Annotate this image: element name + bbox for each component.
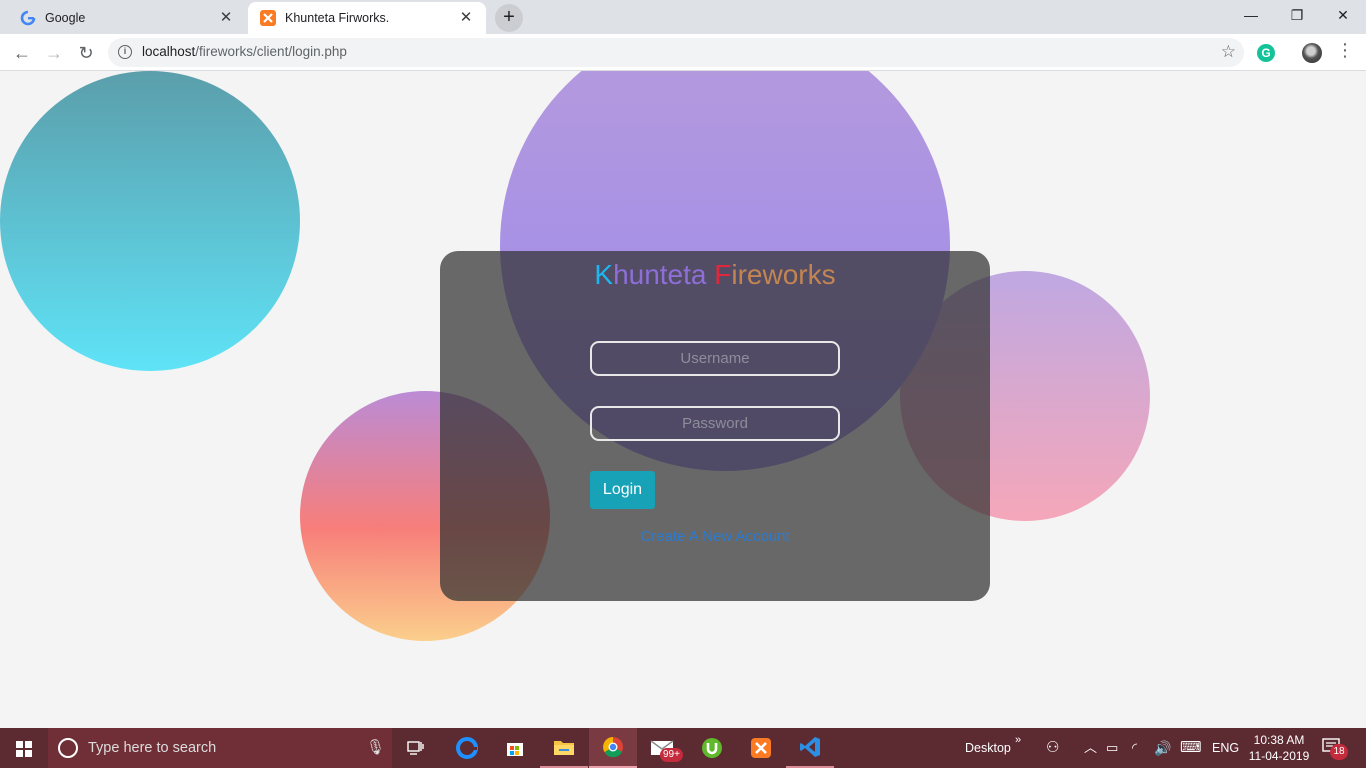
store-icon[interactable] <box>491 728 539 768</box>
wifi-icon[interactable]: ◜ <box>1132 728 1137 768</box>
tab-title: Google <box>45 11 86 25</box>
keyboard-icon[interactable]: ⌨ <box>1180 728 1202 768</box>
taskbar-search[interactable]: Type here to search 🎙 <box>48 728 392 768</box>
cortana-icon <box>58 738 78 758</box>
file-explorer-icon[interactable] <box>540 728 588 768</box>
decorative-circle-teal <box>0 71 300 371</box>
action-center-icon[interactable]: 18 <box>1322 738 1348 760</box>
mail-icon[interactable]: 99+ <box>638 728 686 768</box>
restore-icon[interactable]: ❐ <box>1274 0 1320 30</box>
task-view-icon[interactable] <box>392 728 440 768</box>
page-viewport: Khunteta Fireworks Login Create A New Ac… <box>0 71 1366 728</box>
create-account-link[interactable]: Create A New Account <box>440 528 990 545</box>
login-card: Khunteta Fireworks Login Create A New Ac… <box>440 251 990 601</box>
url-text[interactable]: localhost/fireworks/client/login.php <box>142 44 347 59</box>
search-placeholder: Type here to search <box>88 740 217 756</box>
desktop-toolbar-label[interactable]: Desktop <box>965 728 1011 768</box>
tab-title: Khunteta Firworks. <box>285 11 390 25</box>
info-icon[interactable]: i <box>118 45 132 59</box>
tab-google[interactable]: Google ✕ <box>8 2 246 34</box>
browser-toolbar: ← → ↻ i localhost/fireworks/client/login… <box>0 34 1366 71</box>
minimize-icon[interactable]: — <box>1228 0 1274 30</box>
close-tab-icon[interactable]: ✕ <box>458 10 474 26</box>
notification-badge: 18 <box>1330 744 1348 760</box>
battery-icon[interactable]: ▭ <box>1106 728 1118 768</box>
volume-icon[interactable]: 🔊 <box>1154 728 1171 768</box>
mail-badge: 99+ <box>660 748 683 762</box>
back-icon[interactable]: ← <box>8 39 36 67</box>
login-button[interactable]: Login <box>590 471 655 509</box>
password-input[interactable] <box>590 406 840 441</box>
reload-icon[interactable]: ↻ <box>72 39 100 67</box>
utorrent-icon[interactable] <box>688 728 736 768</box>
page-title: Khunteta Fireworks <box>594 259 836 290</box>
start-button[interactable] <box>0 728 48 768</box>
tab-khunteta[interactable]: Khunteta Firworks. ✕ <box>248 2 486 34</box>
profile-avatar[interactable] <box>1302 43 1322 63</box>
xampp-icon[interactable] <box>737 728 785 768</box>
xampp-icon <box>260 10 276 26</box>
chrome-icon[interactable] <box>589 728 637 768</box>
edge-icon[interactable] <box>443 728 491 768</box>
grammarly-icon[interactable]: G <box>1257 44 1275 62</box>
clock[interactable]: 10:38 AM 11-04-2019 <box>1244 732 1314 764</box>
bookmark-star-icon[interactable]: ☆ <box>1221 42 1236 62</box>
google-icon <box>20 10 36 26</box>
taskbar: Type here to search 🎙 99+ Desktop » ⚇ ︿ … <box>0 728 1366 768</box>
chevron-up-icon[interactable]: ︿ <box>1084 728 1097 768</box>
tab-strip: Google ✕ Khunteta Firworks. ✕ + — ❐ ✕ <box>0 0 1366 34</box>
close-tab-icon[interactable]: ✕ <box>218 10 234 26</box>
language-indicator[interactable]: ENG <box>1212 728 1239 768</box>
people-icon[interactable]: ⚇ <box>1046 728 1059 768</box>
windows-icon <box>16 741 32 757</box>
clock-date: 11-04-2019 <box>1248 749 1310 763</box>
close-window-icon[interactable]: ✕ <box>1320 0 1366 30</box>
menu-icon[interactable]: ⋮ <box>1336 40 1354 61</box>
clock-time: 10:38 AM <box>1253 733 1305 747</box>
username-input[interactable] <box>590 341 840 376</box>
microphone-icon[interactable]: 🎙 <box>366 738 385 756</box>
address-bar[interactable]: i localhost/fireworks/client/login.php ☆ <box>108 38 1244 67</box>
forward-icon[interactable]: → <box>40 39 68 67</box>
new-tab-button[interactable]: + <box>495 4 523 32</box>
vscode-icon[interactable] <box>786 728 834 768</box>
chevron-right-icon[interactable]: » <box>1015 720 1021 760</box>
